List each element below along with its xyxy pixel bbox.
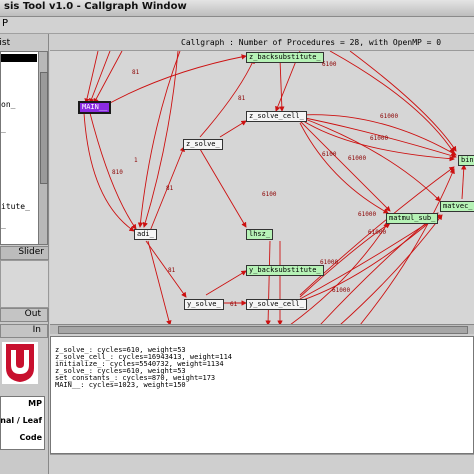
edge (359, 168, 455, 325)
zoom-in-label: In (32, 325, 41, 335)
edge-label: 61000 (320, 259, 339, 266)
zoom-slider[interactable] (0, 260, 49, 308)
edge (145, 240, 187, 298)
edge-label: 6100 (322, 151, 337, 158)
callgraph-edges (83, 51, 467, 325)
menu-bar: P (0, 17, 474, 34)
list-item[interactable]: itute_ (1, 202, 30, 211)
node-z-backsubstitute[interactable]: z_backsubstitute_ (246, 52, 324, 63)
edge (142, 51, 179, 228)
edge (84, 51, 99, 104)
zoom-out-label: Out (24, 309, 41, 319)
legend-internal-leaf: rnal / Leaf (0, 416, 42, 425)
uh-logo (2, 342, 38, 384)
edge-label: 81 (166, 185, 174, 192)
node-z-solve[interactable]: z_solve_ (183, 139, 223, 150)
output-text-area[interactable]: z_solve_: cycles=610, weight=53 z_solve_… (50, 336, 474, 454)
edge-label: 61000 (368, 229, 387, 236)
node-bin[interactable]: bin (458, 155, 474, 166)
list-header-label: e List (0, 38, 11, 48)
edge (349, 51, 457, 152)
graph-horizontal-scrollbar[interactable] (50, 324, 474, 334)
legend-code: Code (19, 433, 42, 442)
edge (279, 58, 285, 112)
selected-list-item[interactable] (1, 54, 37, 62)
edge-label: 6100 (262, 191, 277, 198)
edge (339, 214, 443, 325)
status-bar (50, 454, 474, 474)
list-scrollbar[interactable] (38, 51, 48, 245)
edge (461, 164, 467, 200)
edge (299, 214, 441, 300)
node-matvec[interactable]: matvec_ (440, 201, 474, 212)
node-main[interactable]: MAIN__ (78, 101, 112, 114)
procedure-list-header: e List (0, 38, 46, 49)
callgraph-header-text: Callgraph : Number of Procedures = 28, w… (181, 38, 442, 47)
edge-label: 81 (168, 267, 176, 274)
edge-label: 6100 (322, 61, 337, 68)
edge (199, 148, 247, 228)
callgraph-canvas[interactable]: MAIN__ z_backsubstitute_ z_solve_cell_ z… (50, 50, 474, 325)
procedure-list[interactable]: on_ _ itute_ _ (0, 51, 39, 245)
edge (219, 120, 247, 138)
node-y-solve[interactable]: y_solve_ (184, 299, 224, 310)
edge-label: 61000 (332, 287, 351, 294)
callgraph-header: Callgraph : Number of Procedures = 28, w… (50, 38, 474, 50)
output-line: MAIN__: cycles=1023, weight=150 (55, 381, 186, 389)
edge (299, 116, 441, 202)
edge-label: 61000 (380, 113, 399, 120)
edge-label: 61000 (370, 135, 389, 142)
edge (147, 240, 172, 325)
slider-label-text: Slider (18, 247, 44, 257)
list-item[interactable]: on_ (1, 100, 15, 109)
left-panel: e List on_ _ itute_ _ Slider Out In MP r… (0, 34, 49, 474)
edge (199, 58, 255, 138)
zoom-in-button[interactable]: In (0, 324, 48, 338)
list-item[interactable]: _ (1, 220, 6, 229)
edge-label: 61000 (358, 211, 377, 218)
edge (205, 270, 247, 296)
node-y-solve-cell[interactable]: y_solve_cell_ (246, 299, 307, 310)
window-title: sis Tool v1.0 - Callgraph Window (4, 1, 187, 12)
edge-label: 61 (230, 301, 238, 308)
edge (137, 51, 181, 228)
node-y-backsubstitute[interactable]: y_backsubstitute_ (246, 265, 324, 276)
menu-item[interactable]: P (2, 18, 8, 29)
list-item[interactable]: _ (1, 124, 6, 133)
node-adi[interactable]: adi_ (134, 229, 157, 240)
node-z-solve-cell[interactable]: z_solve_cell_ (246, 111, 307, 122)
title-bar[interactable]: sis Tool v1.0 - Callgraph Window (0, 0, 474, 17)
callgraph-window: sis Tool v1.0 - Callgraph Window P e Lis… (0, 0, 474, 474)
edge-label: 61000 (348, 155, 367, 162)
edge (265, 240, 271, 325)
slider-label: Slider (0, 246, 49, 260)
node-lhsz[interactable]: lhsz_ (246, 229, 274, 240)
edge (93, 51, 123, 104)
edge-label: 81 (132, 69, 140, 76)
edge (109, 54, 247, 104)
edge (89, 51, 111, 104)
legend: MP rnal / Leaf Code (0, 396, 45, 450)
edge-label: 1 (134, 157, 138, 164)
zoom-out-button[interactable]: Out (0, 308, 48, 322)
scrollbar-thumb[interactable] (40, 72, 48, 184)
edge-label: 81 (238, 95, 246, 102)
edge-label: 810 (112, 169, 123, 176)
scrollbar-thumb[interactable] (58, 326, 468, 334)
legend-openmp: MP (28, 399, 42, 408)
node-matmul-sub[interactable]: matmul_sub_ (386, 213, 439, 224)
